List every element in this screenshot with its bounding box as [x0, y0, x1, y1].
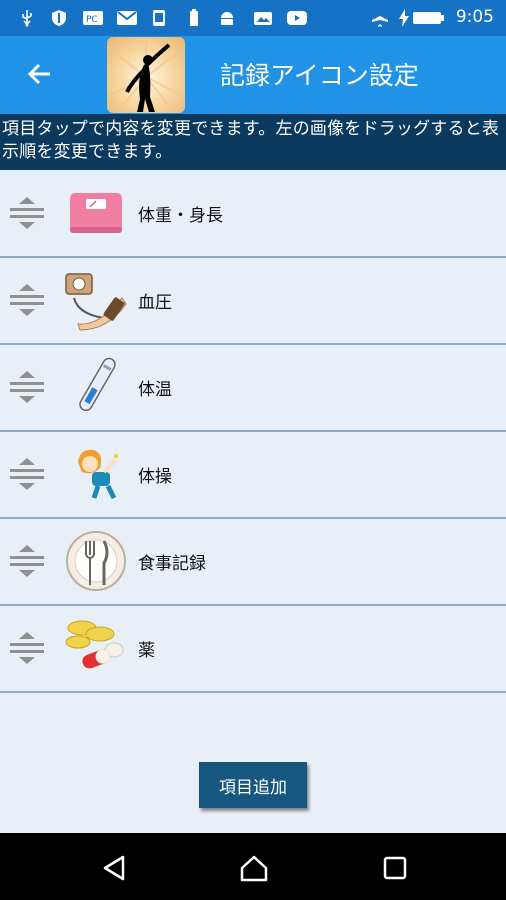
- mail-icon: [117, 11, 137, 25]
- navigation-bar: [0, 833, 506, 900]
- photo-icon: [254, 12, 272, 25]
- thermometer-icon: [79, 357, 116, 412]
- exercise-icon: [78, 449, 118, 500]
- medicine-icon: [65, 620, 124, 669]
- drag-handle-icon[interactable]: [10, 371, 46, 403]
- charging-icon: [399, 9, 409, 27]
- page-title: 記録アイコン設定: [220, 61, 419, 90]
- app-bar: 記録アイコン設定: [0, 36, 506, 114]
- clock: 9:05: [455, 7, 494, 27]
- list-item[interactable]: 薬: [0, 606, 506, 693]
- battery-alt-icon: [190, 9, 198, 26]
- list-item[interactable]: 血圧: [0, 258, 506, 345]
- list-item[interactable]: 食事記録: [0, 519, 506, 606]
- item-label: 体重・身長: [138, 206, 223, 226]
- scale-icon: [70, 193, 122, 233]
- phone-app-icon: [153, 10, 165, 26]
- usb-icon: [22, 10, 32, 27]
- airplane-icon: [372, 10, 388, 27]
- meal-icon: [66, 531, 126, 591]
- drag-handle-icon[interactable]: [10, 197, 46, 229]
- svg-text:PC: PC: [86, 15, 98, 25]
- item-label: 体温: [138, 380, 172, 400]
- home-icon[interactable]: [239, 853, 269, 883]
- add-item-button[interactable]: 項目追加: [199, 762, 307, 808]
- pc-icon: PC: [83, 11, 103, 25]
- battery-icon: [413, 12, 444, 24]
- drag-handle-icon[interactable]: [10, 284, 46, 316]
- shield-icon: [52, 10, 66, 26]
- blood-pressure-icon: [65, 273, 127, 331]
- youtube-icon: [287, 11, 307, 25]
- drag-handle-icon[interactable]: [10, 458, 46, 490]
- app-logo: [107, 37, 185, 113]
- item-label: 食事記録: [138, 554, 206, 574]
- status-bar: PC 9:05: [0, 0, 506, 36]
- android-icon: [221, 12, 233, 25]
- drag-handle-icon[interactable]: [10, 545, 46, 577]
- list-item[interactable]: 体温: [0, 345, 506, 432]
- list-item[interactable]: 体操: [0, 432, 506, 519]
- drag-handle-icon[interactable]: [10, 632, 46, 664]
- item-label: 血圧: [138, 293, 172, 313]
- record-icon-list: 体重・身長 血圧 体温 体操 食事記録 薬: [0, 171, 506, 693]
- recent-apps-icon[interactable]: [380, 853, 410, 883]
- item-label: 体操: [138, 467, 172, 487]
- item-label: 薬: [138, 641, 155, 661]
- list-item[interactable]: 体重・身長: [0, 171, 506, 258]
- back-nav-icon[interactable]: [99, 853, 129, 883]
- back-arrow-icon[interactable]: [22, 56, 58, 92]
- instruction-text: 項目タップで内容を変更できます。左の画像をドラッグすると表示順を変更できます。: [0, 114, 506, 170]
